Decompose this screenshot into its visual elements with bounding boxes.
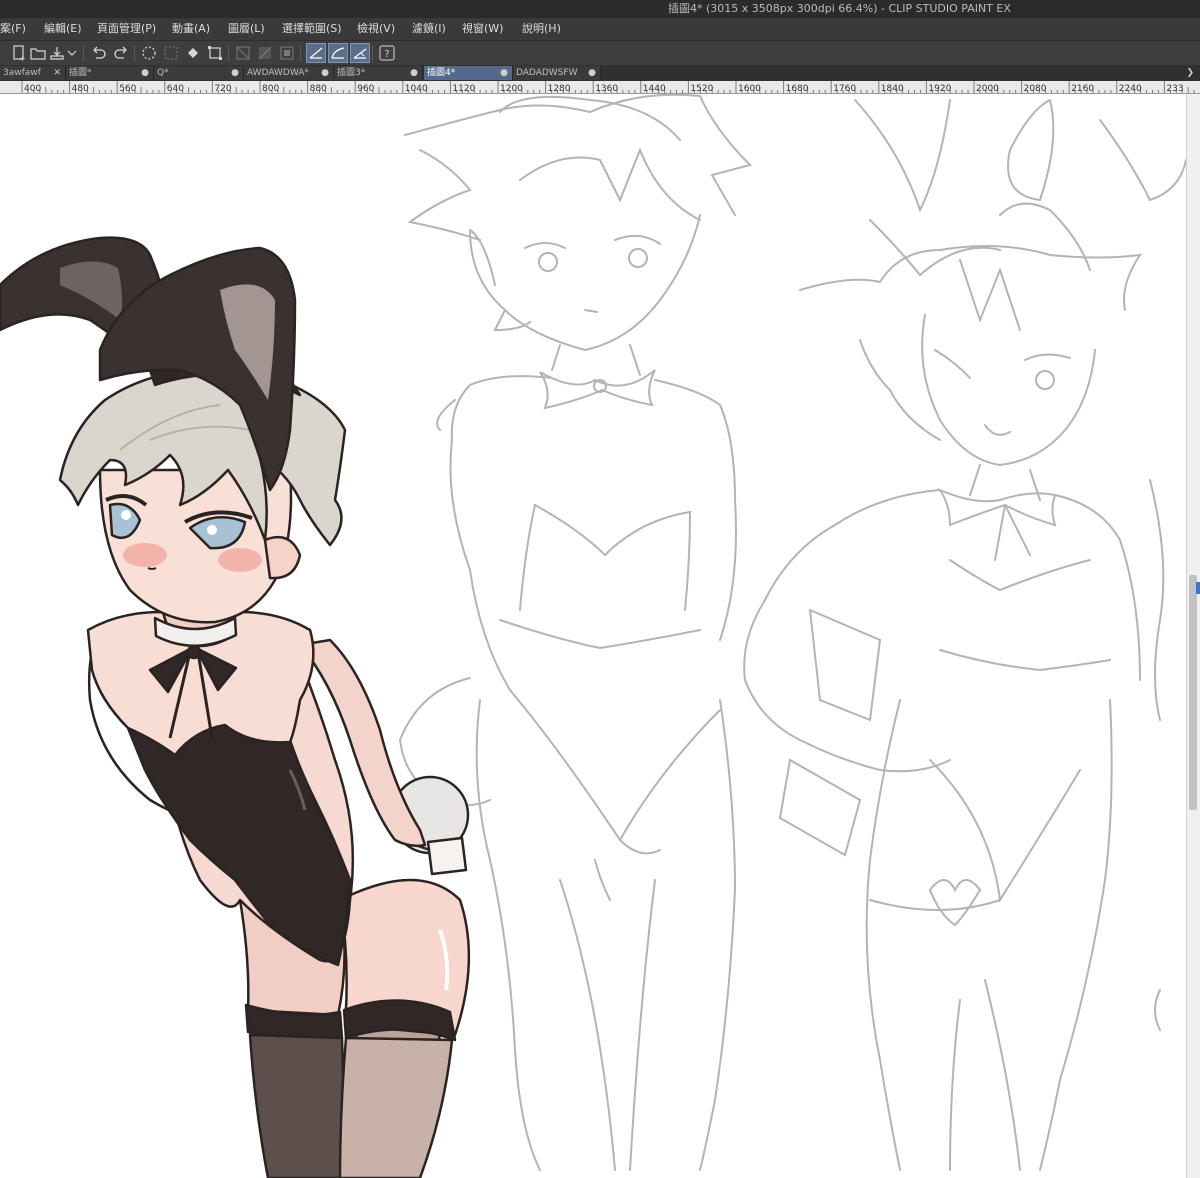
snap-grid-icon[interactable] bbox=[350, 43, 370, 63]
toolbar-separator bbox=[228, 45, 229, 61]
menu-page-manage[interactable]: 頁面管理(P) bbox=[97, 18, 156, 40]
help-icon[interactable]: ? bbox=[378, 44, 396, 62]
menu-animation[interactable]: 動畫(A) bbox=[172, 18, 210, 40]
tab-awdawdwa[interactable]: AWDAWDWA* ● bbox=[244, 66, 334, 80]
tab-label: DADADWSFW bbox=[516, 68, 578, 78]
svg-text:+: + bbox=[19, 54, 26, 62]
ruler-tick-label: 1520 bbox=[690, 84, 713, 94]
ruler-tick-label: 1280 bbox=[548, 84, 571, 94]
tab-label: Q* bbox=[157, 68, 169, 78]
ruler-tick-label: 1200 bbox=[500, 84, 523, 94]
ruler-tick-label: 1920 bbox=[928, 84, 951, 94]
window-title: 插圖4* (3015 x 3508px 300dpi 66.4%) - CLIP… bbox=[668, 2, 1011, 15]
tab-q[interactable]: Q* ● bbox=[154, 66, 244, 80]
ruler-tick-label: 2000 bbox=[976, 84, 999, 94]
menu-layer[interactable]: 圖層(L) bbox=[228, 18, 265, 40]
fill-icon[interactable] bbox=[184, 44, 202, 62]
horizontal-ruler: 400 480 560 640 720 800 880 960 1040 1120 1200 1280… bbox=[0, 81, 1200, 94]
ruler-tick-label: 2160 bbox=[1071, 84, 1094, 94]
ruler-tick-label: 800 bbox=[262, 84, 279, 94]
scrollbar-position-marker bbox=[1196, 582, 1200, 594]
title-bar: 插圖4* (3015 x 3508px 300dpi 66.4%) - CLIP… bbox=[0, 0, 1200, 18]
tab-dadadwsfw[interactable]: DADADWSFW ● bbox=[513, 66, 601, 80]
ruler-tick-label: 1360 bbox=[595, 84, 618, 94]
ruler-tick-label: 2240 bbox=[1119, 84, 1142, 94]
close-icon[interactable]: ✕ bbox=[53, 66, 61, 80]
open-file-icon[interactable] bbox=[29, 44, 47, 62]
ruler-tick-label: 1760 bbox=[833, 84, 856, 94]
dropdown-arrow-icon[interactable] bbox=[66, 44, 78, 62]
ruler-tick-label: 1680 bbox=[786, 84, 809, 94]
artwork bbox=[0, 94, 1186, 1178]
ruler-tick-label: 720 bbox=[214, 84, 231, 94]
clear-outside-icon[interactable] bbox=[256, 44, 274, 62]
scrollbar-thumb[interactable] bbox=[1189, 575, 1197, 810]
tab-illustration[interactable]: 插圖* ● bbox=[66, 66, 154, 80]
undo-icon[interactable] bbox=[90, 44, 108, 62]
menu-selection[interactable]: 選擇範圍(S) bbox=[282, 18, 342, 40]
modified-dot-icon[interactable]: ● bbox=[321, 66, 329, 80]
ruler-tick-label: 1840 bbox=[881, 84, 904, 94]
tab-label: 插圖4* bbox=[427, 68, 456, 78]
command-bar: + ? bbox=[0, 40, 1200, 66]
modified-dot-icon[interactable]: ● bbox=[141, 66, 149, 80]
menu-file[interactable]: 案(F) bbox=[0, 18, 26, 40]
toolbar-separator bbox=[83, 45, 84, 61]
toolbar-separator bbox=[134, 45, 135, 61]
menu-help[interactable]: 說明(H) bbox=[522, 18, 561, 40]
ruler-tick-label: 233 bbox=[1166, 84, 1183, 94]
ruler-tick-label: 640 bbox=[167, 84, 184, 94]
transform-icon[interactable] bbox=[206, 44, 224, 62]
svg-text:?: ? bbox=[384, 49, 389, 60]
tab-illustration-3[interactable]: 插圖3* ● bbox=[334, 66, 423, 80]
ruler-tick-label: 2080 bbox=[1024, 84, 1047, 94]
modified-dot-icon[interactable]: ● bbox=[231, 66, 239, 80]
menu-filter[interactable]: 濾鏡(I) bbox=[412, 18, 446, 40]
drawing-canvas[interactable] bbox=[0, 94, 1186, 1178]
ruler-tick-label: 1040 bbox=[405, 84, 428, 94]
toolbar-separator bbox=[300, 45, 301, 61]
ruler-ticks: 400 480 560 640 720 800 880 960 1040 1120 1200 1280… bbox=[21, 81, 1195, 94]
menu-bar: 案(F) 編輯(E) 頁面管理(P) 動畫(A) 圖層(L) 選擇範圍(S) 檢… bbox=[0, 18, 1200, 40]
save-icon[interactable] bbox=[48, 44, 66, 62]
modified-dot-icon[interactable]: ● bbox=[588, 66, 596, 80]
toolbar-separator bbox=[372, 45, 373, 61]
ruler-tick-label: 560 bbox=[119, 84, 136, 94]
modified-dot-icon[interactable]: ● bbox=[410, 66, 418, 80]
redo-icon[interactable] bbox=[112, 44, 130, 62]
menu-window[interactable]: 視窗(W) bbox=[462, 18, 503, 40]
document-tab-bar: 3awfawf ✕ 插圖* ● Q* ● AWDAWDWA* ● 插圖3* ● 插圖4* ●… bbox=[0, 65, 1200, 81]
sketch-figure-right bbox=[743, 99, 1186, 1171]
menu-view[interactable]: 檢視(V) bbox=[357, 18, 395, 40]
modified-dot-icon[interactable]: ● bbox=[500, 66, 508, 80]
select-all-icon[interactable] bbox=[162, 44, 180, 62]
snap-ruler-icon[interactable] bbox=[306, 43, 326, 63]
ruler-tick-label: 400 bbox=[24, 84, 41, 94]
tab-scroll-right-icon[interactable]: ❯ bbox=[1186, 65, 1194, 81]
loading-spinner-icon[interactable] bbox=[140, 44, 158, 62]
tab-3awfawf[interactable]: 3awfawf ✕ bbox=[0, 66, 66, 80]
tab-label: 插圖* bbox=[69, 68, 92, 78]
crop-icon[interactable] bbox=[278, 44, 296, 62]
new-file-icon[interactable]: + bbox=[10, 44, 28, 63]
tab-illustration-4[interactable]: 插圖4* ● bbox=[424, 66, 513, 80]
ruler-tick-label: 1600 bbox=[738, 84, 761, 94]
ruler-tick-label: 1440 bbox=[643, 84, 666, 94]
ruler-tick-label: 1120 bbox=[452, 84, 475, 94]
tab-label: 3awfawf bbox=[3, 68, 41, 78]
character-bunny bbox=[0, 236, 471, 1178]
ruler-tick-label: 480 bbox=[72, 84, 89, 94]
clear-icon[interactable] bbox=[234, 44, 252, 62]
ruler-tick-label: 880 bbox=[310, 84, 327, 94]
tab-label: AWDAWDWA* bbox=[247, 68, 309, 78]
menu-edit[interactable]: 編輯(E) bbox=[44, 18, 82, 40]
tab-label: 插圖3* bbox=[337, 68, 366, 78]
snap-special-ruler-icon[interactable] bbox=[328, 43, 348, 63]
ruler-tick-label: 960 bbox=[357, 84, 374, 94]
